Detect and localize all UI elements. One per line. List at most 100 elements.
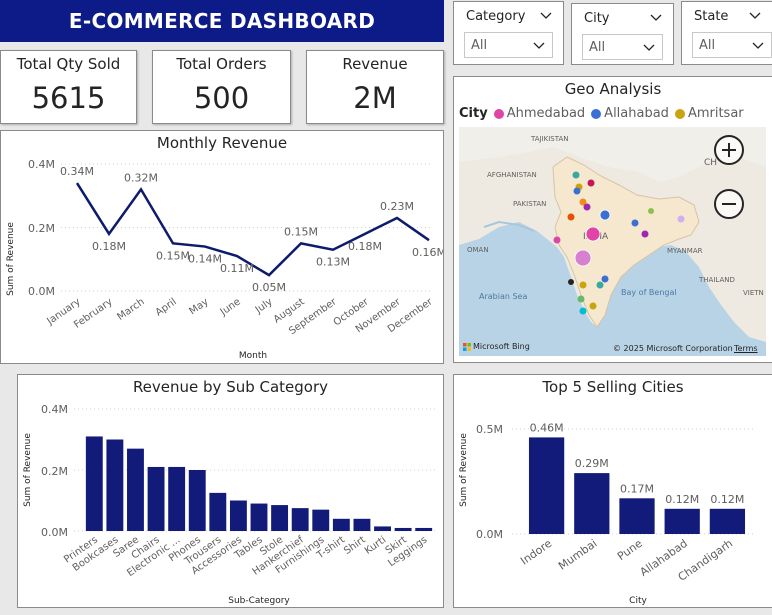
data-label: 0.12M [710,493,744,506]
subcategory-revenue-card[interactable]: Revenue by Sub Category Sum of Revenue 0… [17,374,444,608]
bar[interactable] [574,473,610,534]
data-label: 0.23M [380,200,414,213]
map-bubble[interactable] [587,179,595,187]
map-bubble[interactable] [585,226,601,242]
map-label: Arabian Sea [479,292,527,301]
bar[interactable] [709,508,746,534]
bar[interactable] [312,509,330,531]
y-tick-label: 0.0M [28,285,55,298]
state-dropdown[interactable]: All [692,32,772,58]
map-bubble[interactable] [589,302,597,310]
category-slicer[interactable]: Category All [453,1,564,65]
kpi-card-total-qty[interactable]: Total Qty Sold 5615 [0,50,137,124]
bar[interactable] [188,470,206,531]
bar[interactable] [229,500,247,532]
legend-item[interactable]: Amritsar [674,106,744,121]
x-tick-label: Mumbai [556,537,599,573]
legend-item[interactable]: Allahabad [591,106,669,121]
map-bubble[interactable] [574,249,592,267]
city-slicer[interactable]: City All [571,3,674,65]
legend-title: City [459,106,488,121]
bar[interactable] [353,518,371,531]
map-bubble[interactable] [596,281,604,289]
map-canvas[interactable]: TAJIKISTAN AFGHANISTAN PAKISTAN INDIA OM… [459,127,766,356]
map-bubble[interactable] [648,208,654,214]
map-label: THAILAND [698,276,735,284]
map-label: OMAN [467,246,489,254]
kpi-card-revenue[interactable]: Revenue 2M [306,50,444,124]
state-slicer[interactable]: State All [681,1,772,65]
y-axis-title: Sum of Revenue [6,222,16,296]
kpi-label: Revenue [342,55,408,73]
bing-credit: Microsoft Bing [463,342,530,351]
bar[interactable] [415,527,433,531]
minus-icon [722,203,736,205]
chevron-down-icon[interactable] [649,10,663,24]
bar[interactable] [147,466,165,531]
plus-icon [722,143,736,157]
bar[interactable] [85,436,103,531]
bar[interactable] [291,508,309,531]
bar[interactable] [664,508,700,534]
map-bubble[interactable] [579,307,587,315]
y-axis-title: Sum of Revenue [23,433,33,507]
bar[interactable] [106,439,124,532]
slicer-title: State [694,9,729,24]
map-bubble[interactable] [577,295,585,303]
bar[interactable] [127,448,144,531]
bar[interactable] [250,503,268,531]
bar[interactable] [619,498,655,534]
bar[interactable] [374,526,391,531]
data-label: 0.17M [620,482,654,495]
map-bubble[interactable] [572,171,580,179]
legend-swatch [674,108,685,119]
data-label: 0.13M [316,256,350,269]
top-cities-card[interactable]: Top 5 Selling Cities Sum of Revenue 0.5M… [453,374,772,608]
map-label: Bay of Bengal [621,288,677,297]
data-label: 0.15M [156,249,190,262]
monthly-revenue-card[interactable]: Monthly Revenue Sum of Revenue 0.4M 0.2M… [0,130,444,364]
category-dropdown[interactable]: All [464,32,553,58]
bar[interactable] [168,466,186,531]
subcategory-revenue-chart[interactable]: Sum of Revenue 0.4M 0.2M 0.0M Sub-Catego… [18,375,443,607]
zoom-in-button[interactable] [714,135,744,165]
x-tick-label: Kurti [363,534,388,556]
bar[interactable] [271,505,289,531]
legend-item[interactable]: Ahmedabad [493,106,585,121]
geo-analysis-card[interactable]: Geo Analysis City Ahmedabad Allahabad Am… [453,76,772,363]
dropdown-value: All [699,38,716,53]
data-label: 0.15M [284,225,318,238]
data-label: 0.16M [412,246,443,259]
chevron-down-icon[interactable] [539,8,553,22]
map-bubble[interactable] [583,203,591,211]
map-bubble[interactable] [579,281,587,289]
kpi-label: Total Orders [176,55,267,73]
bar[interactable] [332,518,350,531]
map-bubble[interactable] [573,187,581,195]
map-bubble[interactable] [631,219,639,227]
top-cities-chart[interactable]: Sum of Revenue 0.5M 0.0M City 0.46M Indor… [454,375,772,607]
map-bubble[interactable] [601,275,609,283]
map-bubble[interactable] [641,230,649,238]
copyright-text: © 2025 Microsoft Corporation [613,344,733,353]
map-bubble[interactable] [553,236,561,244]
map-legend: City Ahmedabad Allahabad Amritsar [459,106,744,121]
terms-link[interactable]: Terms [734,344,758,353]
kpi-value: 2M [353,81,397,115]
map-bubble[interactable] [568,279,574,285]
map-bubble[interactable] [677,215,685,223]
city-dropdown[interactable]: All [582,34,663,60]
map-bubble[interactable] [567,213,575,221]
bar[interactable] [528,437,565,534]
bar[interactable] [209,492,227,531]
data-label: 0.29M [575,457,609,470]
chevron-down-icon[interactable] [748,8,762,22]
bar[interactable] [394,527,412,531]
dropdown-value: All [589,40,606,55]
legend-label: Amritsar [687,106,744,121]
kpi-card-total-orders[interactable]: Total Orders 500 [152,50,291,124]
monthly-revenue-chart[interactable]: Sum of Revenue 0.4M 0.2M 0.0M Month 0.34… [1,131,443,363]
map-bubble[interactable] [599,209,611,221]
kpi-label: Total Qty Sold [16,55,121,73]
zoom-out-button[interactable] [714,189,744,219]
